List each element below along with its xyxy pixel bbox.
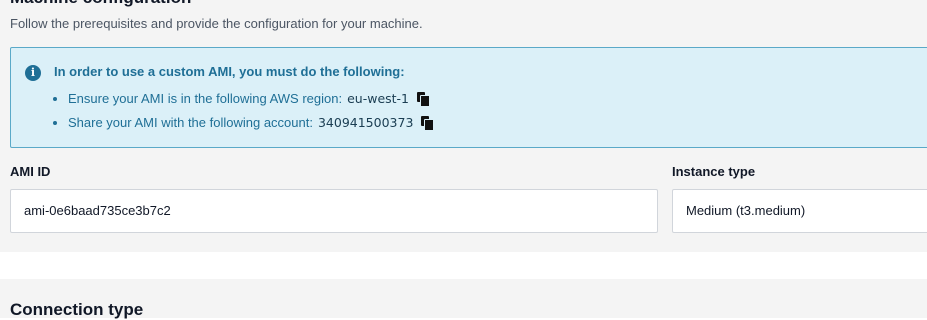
info-item-text: Share your AMI with the following accoun… — [68, 115, 313, 130]
machine-configuration-section: Machine configuration Follow the prerequ… — [0, 0, 927, 252]
account-value: 340941500373 — [317, 115, 414, 130]
info-list-item-account: Share your AMI with the following accoun… — [53, 115, 435, 131]
ami-id-input[interactable]: ami-0e6baad735ce3b7c2 — [10, 189, 658, 233]
copy-region-icon[interactable] — [417, 92, 431, 107]
ami-id-label: AMI ID — [10, 164, 51, 179]
info-icon: i — [25, 65, 41, 81]
copy-account-icon[interactable] — [421, 116, 435, 131]
section-subtitle: Follow the prerequisites and provide the… — [10, 16, 423, 31]
section-title: Machine configuration — [10, 0, 191, 8]
region-value: eu-west-1 — [347, 91, 410, 106]
info-heading: In order to use a custom AMI, you must d… — [54, 64, 405, 79]
instance-type-select[interactable]: Medium (t3.medium) — [672, 189, 927, 233]
bullet-icon — [53, 96, 57, 101]
connection-type-section: Connection type — [0, 279, 927, 319]
instance-type-label: Instance type — [672, 164, 756, 179]
custom-ami-info-box: i In order to use a custom AMI, you must… — [10, 47, 927, 148]
bullet-icon — [53, 120, 57, 125]
info-list-item-region: Ensure your AMI is in the following AWS … — [53, 91, 431, 107]
info-item-text: Ensure your AMI is in the following AWS … — [68, 91, 343, 106]
connection-type-title: Connection type — [10, 300, 144, 319]
